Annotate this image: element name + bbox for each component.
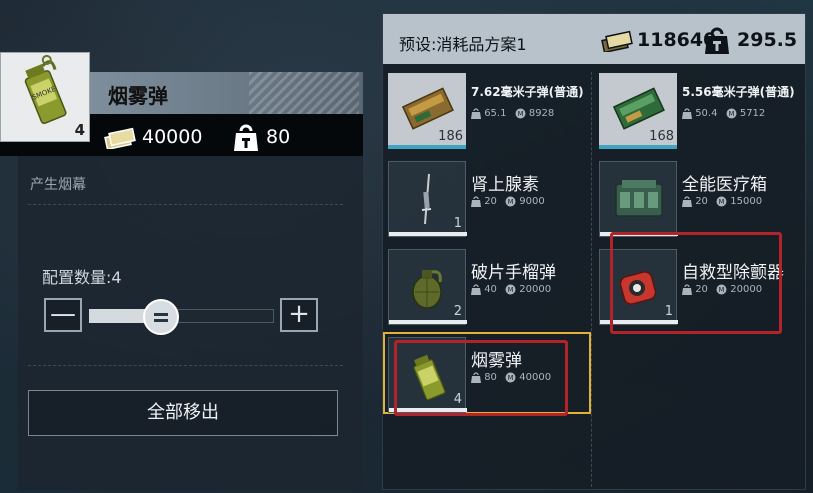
item-weight: 20 [484,196,497,207]
item-thumbnail: 168 [599,73,677,149]
divider [28,365,343,366]
preset-item[interactable]: 168 5.56毫米子弹(普通) 50.4 M 5712 [596,70,796,152]
preset-item[interactable]: 2 破片手榴弹 40 M 20000 [385,246,585,328]
item-thumbnail [599,161,678,237]
svg-text:M: M [517,110,523,118]
item-meta: 40 M 20000 [471,284,556,296]
decrease-button[interactable]: — [44,298,82,332]
item-count: 186 [438,129,463,144]
column-divider [591,72,592,487]
item-price: 20000 [519,284,552,295]
weight-icon [471,196,481,207]
svg-text:M: M [728,110,734,118]
item-meta: 20 M 15000 [682,196,767,208]
item-thumbnail: 186 [388,73,466,149]
weight-icon [471,108,481,119]
preset-panel: 预设:消耗品方案1 118640 295.5 186 7.62毫米子弹(普通) … [382,13,806,490]
item-bar [389,320,467,324]
remove-all-button[interactable]: 全部移出 [28,390,338,436]
cash-icon [601,30,633,52]
divider [28,204,343,205]
svg-text:M: M [508,286,514,294]
ammo-bar [388,145,466,149]
item-name: 全能医疗箱 [682,175,767,195]
highlight-box-smoke [394,340,568,416]
item-description: 产生烟幕 [30,177,86,193]
item-thumbnail: 1 [388,161,467,237]
item-count: 2 [453,304,462,319]
weight-icon [682,108,692,119]
item-thumbnail: 2 [388,249,467,325]
preset-item[interactable]: 186 7.62毫米子弹(普通) 65.1 M 8928 [385,70,585,152]
preset-total-weight: 295.5 [737,29,798,51]
coin-icon: M [515,108,526,119]
item-weight: 65.1 [484,108,507,119]
item-bar [389,232,467,236]
medkit-icon [615,180,663,217]
ammo-bar [599,145,677,149]
item-weight: 20 [695,196,708,207]
svg-text:M: M [508,198,514,206]
item-meta: 20 M 9000 [471,196,550,208]
item-name: 肾上腺素 [471,175,539,195]
item-price: 15000 [730,196,763,207]
svg-text:M: M [719,198,725,206]
quantity-slider-handle[interactable] [143,299,179,335]
item-quantity-badge: 4 [74,121,85,139]
item-weight: 40 [484,284,497,295]
item-meta: 65.1 M 8928 [471,108,559,120]
weight-icon [471,284,481,295]
item-weight: 80 [266,126,291,148]
item-name: 7.62毫米子弹(普通) [471,85,584,99]
config-quantity-label: 配置数量:4 [42,268,122,287]
weight-icon [234,124,258,151]
weight-icon [682,196,692,207]
highlight-box-defibrillator [610,232,782,334]
item-name: 5.56毫米子弹(普通) [682,85,795,99]
preset-item[interactable]: 1 肾上腺素 20 M 9000 [385,158,585,240]
item-price: 8928 [528,108,555,119]
coin-icon: M [726,108,737,119]
item-meta: 50.4 M 5712 [682,108,770,120]
coin-icon: M [505,196,516,207]
coin-icon: M [716,196,727,207]
item-count: 1 [453,216,462,231]
item-name: 破片手榴弹 [471,263,556,283]
item-thumbnail: SMOKE 4 [0,52,90,142]
item-price: 9000 [519,196,545,207]
increase-button[interactable]: + [280,298,318,332]
preset-header: 预设:消耗品方案1 118640 295.5 [383,14,805,64]
item-weight: 50.4 [695,108,718,119]
coin-icon: M [505,284,516,295]
header-stripes [249,72,359,114]
item-count: 168 [649,129,674,144]
preset-item[interactable]: 全能医疗箱 20 M 15000 [596,158,796,240]
item-cost: 40000 [142,126,203,148]
item-price: 5712 [739,108,766,119]
item-detail-panel: 烟雾弹 SMOKE 4 40000 80 产生烟幕 配置数量:4 — + 全部移… [0,52,365,492]
preset-title: 预设:消耗品方案1 [399,35,527,54]
cash-icon [104,127,136,149]
weight-icon [705,27,729,54]
item-title: 烟雾弹 [108,84,168,108]
